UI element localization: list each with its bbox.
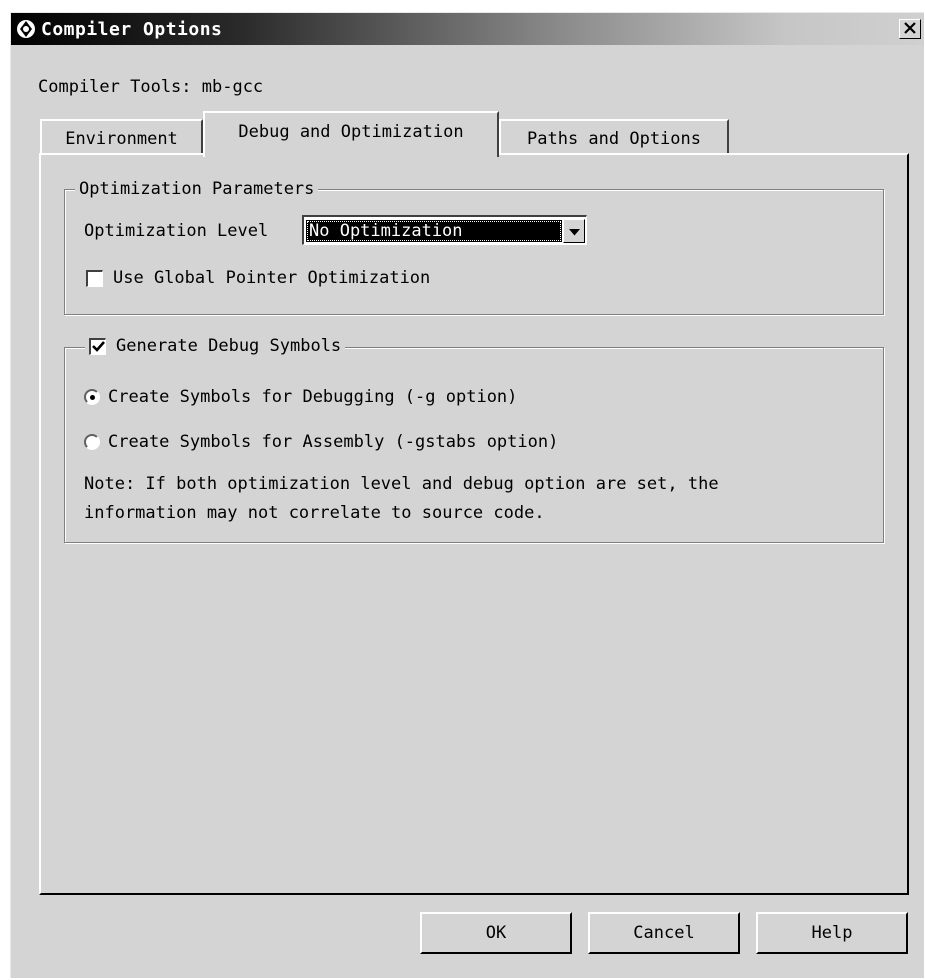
tab-label: Paths and Options xyxy=(527,129,701,149)
group-title: Optimization Parameters xyxy=(79,179,315,199)
radio-assembly-label: Create Symbols for Assembly (-gstabs opt… xyxy=(108,432,559,452)
global-pointer-checkbox[interactable] xyxy=(86,269,103,287)
title-bar[interactable]: Compiler Options xyxy=(11,13,924,45)
optimization-parameters-group xyxy=(64,189,884,315)
note-line-1: Note: If both optimization level and deb… xyxy=(84,474,719,494)
generate-debug-symbols-checkbox[interactable] xyxy=(89,337,106,355)
close-icon xyxy=(904,19,916,39)
radio-selected-dot xyxy=(89,394,95,400)
cancel-button[interactable]: Cancel xyxy=(588,912,740,954)
radio-debugging-label: Create Symbols for Debugging (-g option) xyxy=(108,387,518,407)
generate-debug-symbols-label: Generate Debug Symbols xyxy=(116,336,342,356)
dropdown-arrow-button[interactable] xyxy=(563,218,585,243)
optimization-level-row: Optimization Level xyxy=(84,217,268,245)
optimization-level-dropdown[interactable]: No Optimization xyxy=(302,215,587,245)
app-icon xyxy=(13,16,39,42)
compiler-options-dialog: Compiler Options Compiler Tools: mb-gcc … xyxy=(10,12,924,978)
ok-button[interactable]: OK xyxy=(420,912,572,954)
tab-paths-and-options[interactable]: Paths and Options xyxy=(499,119,729,157)
help-button-label: Help xyxy=(811,923,853,943)
chevron-down-icon xyxy=(568,221,580,241)
close-button[interactable] xyxy=(899,19,921,39)
cancel-button-label: Cancel xyxy=(633,923,695,943)
help-button[interactable]: Help xyxy=(756,912,908,954)
global-pointer-label: Use Global Pointer Optimization xyxy=(113,268,431,288)
optimization-parameters-legend: Optimization Parameters xyxy=(75,177,319,201)
tab-environment[interactable]: Environment xyxy=(40,119,203,157)
radio-assembly-option[interactable]: Create Symbols for Assembly (-gstabs opt… xyxy=(84,428,558,456)
compiler-tools-label: Compiler Tools: mb-gcc xyxy=(38,77,264,97)
ok-button-label: OK xyxy=(485,923,507,943)
window-title: Compiler Options xyxy=(41,18,223,40)
tab-label: Debug and Optimization xyxy=(238,122,464,142)
debug-symbols-legend[interactable]: Generate Debug Symbols xyxy=(85,331,346,361)
radio-assembly[interactable] xyxy=(84,434,100,450)
tab-label: Environment xyxy=(65,129,178,149)
radio-debugging-option[interactable]: Create Symbols for Debugging (-g option) xyxy=(84,383,517,411)
radio-debugging[interactable] xyxy=(84,389,100,405)
checkmark-icon xyxy=(91,341,105,352)
global-pointer-option[interactable]: Use Global Pointer Optimization xyxy=(86,265,430,291)
debug-note: Note: If both optimization level and deb… xyxy=(84,470,719,528)
optimization-level-label: Optimization Level xyxy=(84,221,269,241)
tab-debug-and-optimization[interactable]: Debug and Optimization xyxy=(203,111,499,157)
note-line-2: information may not correlate to source … xyxy=(84,503,545,523)
optimization-level-value: No Optimization xyxy=(306,219,562,242)
